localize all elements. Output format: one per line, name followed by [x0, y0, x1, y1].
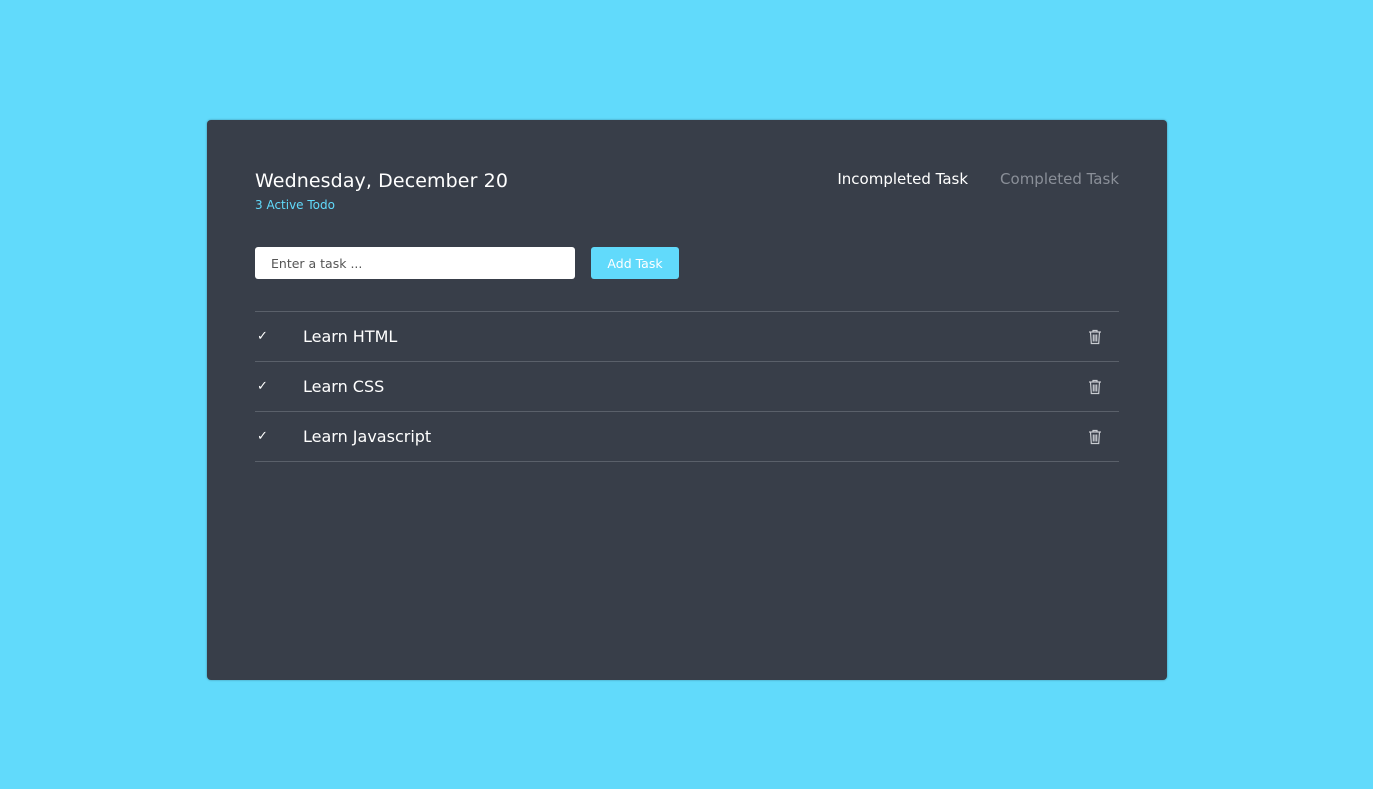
- trash-icon[interactable]: [1083, 325, 1107, 349]
- check-icon[interactable]: ✓: [255, 429, 303, 444]
- header: Wednesday, December 20 3 Active Todo Inc…: [255, 170, 1119, 220]
- task-row: ✓ Learn HTML: [255, 312, 1119, 362]
- add-task-form: Add Task: [255, 247, 679, 279]
- task-label: Learn Javascript: [303, 427, 432, 446]
- trash-icon[interactable]: [1083, 425, 1107, 449]
- page-title: Wednesday, December 20: [255, 170, 509, 192]
- task-tabs: Incompleted Task Completed Task: [837, 170, 1119, 188]
- tab-incompleted[interactable]: Incompleted Task: [837, 170, 968, 188]
- check-icon[interactable]: ✓: [255, 379, 303, 394]
- task-label: Learn CSS: [303, 377, 385, 396]
- task-row: ✓ Learn CSS: [255, 362, 1119, 412]
- task-list: ✓ Learn HTML ✓ Learn CSS ✓ Learn Javascr…: [255, 311, 1119, 462]
- add-task-button[interactable]: Add Task: [591, 247, 679, 279]
- task-row: ✓ Learn Javascript: [255, 412, 1119, 462]
- active-todo-count: 3 Active Todo: [255, 198, 335, 212]
- tab-completed[interactable]: Completed Task: [1000, 170, 1119, 188]
- check-icon[interactable]: ✓: [255, 329, 303, 344]
- task-label: Learn HTML: [303, 327, 398, 346]
- task-input[interactable]: [255, 247, 575, 279]
- trash-icon[interactable]: [1083, 375, 1107, 399]
- todo-card: Wednesday, December 20 3 Active Todo Inc…: [207, 120, 1167, 680]
